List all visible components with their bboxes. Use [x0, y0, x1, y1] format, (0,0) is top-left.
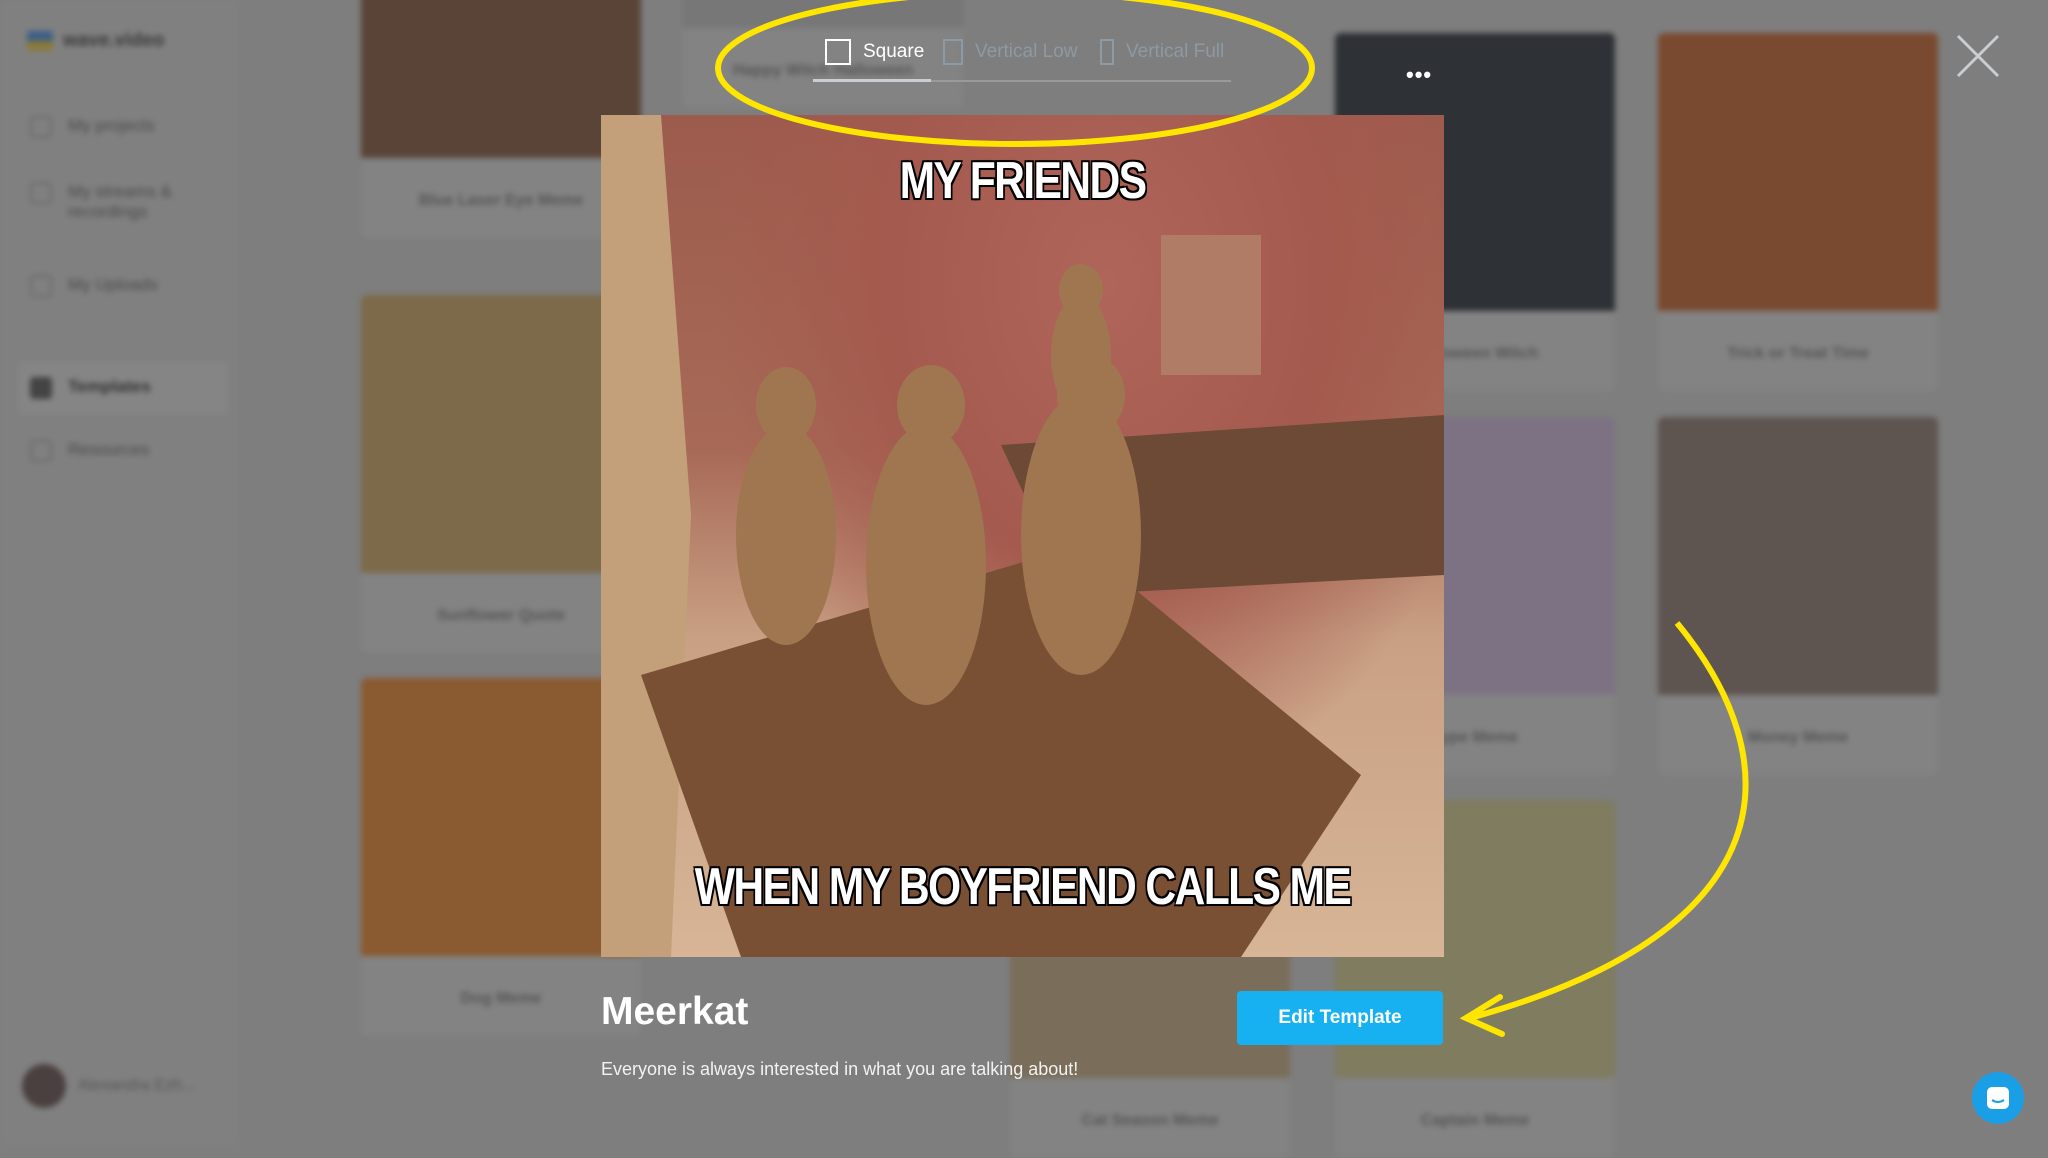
sidebar-item-uploads[interactable]: My Uploads [30, 275, 158, 297]
template-preview: MY FRIENDS WHEN MY BOYFRIEND CALLS ME [601, 115, 1444, 957]
edit-template-button[interactable]: Edit Template [1237, 991, 1443, 1045]
meerkat-photo [601, 115, 1444, 957]
avatar[interactable] [22, 1064, 66, 1108]
tab-label: Vertical Full [1126, 41, 1225, 62]
upload-icon [30, 275, 52, 297]
card-label: Cat Season Meme [1081, 1112, 1219, 1129]
sidebar-item-label: Resources [68, 440, 150, 459]
sidebar-item-label: Templates [68, 377, 151, 396]
stream-icon [30, 182, 52, 204]
sidebar-item-label: My streams & recordings [68, 182, 172, 221]
tab-vertical-low[interactable]: Vertical Low [943, 36, 1077, 68]
folder-icon [30, 116, 52, 138]
meme-bottom-text: WHEN MY BOYFRIEND CALLS ME [694, 857, 1353, 917]
card-label: Trick or Treat Time [1727, 345, 1869, 362]
chat-icon [1987, 1087, 2009, 1109]
template-card[interactable]: Sunflower Quote [361, 295, 641, 653]
sidebar-item-resources[interactable]: Resources [30, 440, 149, 462]
vertical-low-icon [943, 39, 963, 65]
card-label: Blue Laser Eye Meme [418, 192, 584, 209]
close-icon[interactable] [1954, 34, 2002, 78]
card-label: Dog Meme [460, 990, 542, 1007]
tab-label: Square [863, 41, 925, 62]
tab-vertical-full[interactable]: Vertical Full [1100, 36, 1224, 68]
tab-square[interactable]: Square [825, 36, 924, 68]
template-card[interactable]: Trick or Treat Time [1658, 33, 1938, 391]
chat-button[interactable] [1972, 1072, 2024, 1124]
sidebar-item-label: My Uploads [68, 275, 158, 294]
sidebar-item-streams[interactable]: My streams & recordings [30, 182, 180, 222]
template-description: Everyone is always interested in what yo… [601, 1059, 1079, 1079]
template-card[interactable]: Money Meme [1658, 417, 1938, 775]
user-name: Alexandra Ezh... [78, 1077, 196, 1094]
more-options-button[interactable]: ••• [1406, 62, 1432, 88]
resources-icon [30, 440, 52, 462]
template-card[interactable]: Blue Laser Eye Meme [361, 0, 641, 238]
sidebar-item-label: My projects [68, 116, 155, 135]
sidebar-item-templates[interactable]: Templates [18, 362, 228, 414]
templates-icon [30, 377, 52, 399]
vertical-full-icon [1100, 39, 1114, 65]
meme-top-text: MY FRIENDS [899, 151, 1148, 211]
card-label: Money Meme [1747, 729, 1849, 746]
flag-icon [27, 31, 53, 51]
square-icon [825, 39, 851, 65]
format-tabs: Square Vertical Low Vertical Full [813, 36, 1231, 82]
card-label: Sunflower Quote [437, 607, 565, 624]
sidebar-item-projects[interactable]: My projects [30, 116, 155, 138]
template-card[interactable]: Dog Meme [361, 678, 641, 1036]
sidebar: wave.video My projects My streams & reco… [0, 0, 240, 1146]
tab-label: Vertical Low [975, 41, 1078, 62]
active-tab-indicator [813, 79, 931, 82]
card-label: Captain Meme [1420, 1112, 1530, 1129]
template-title: Meerkat [601, 990, 749, 1033]
logo[interactable]: wave.video [27, 30, 164, 52]
logo-text: wave.video [63, 30, 165, 51]
